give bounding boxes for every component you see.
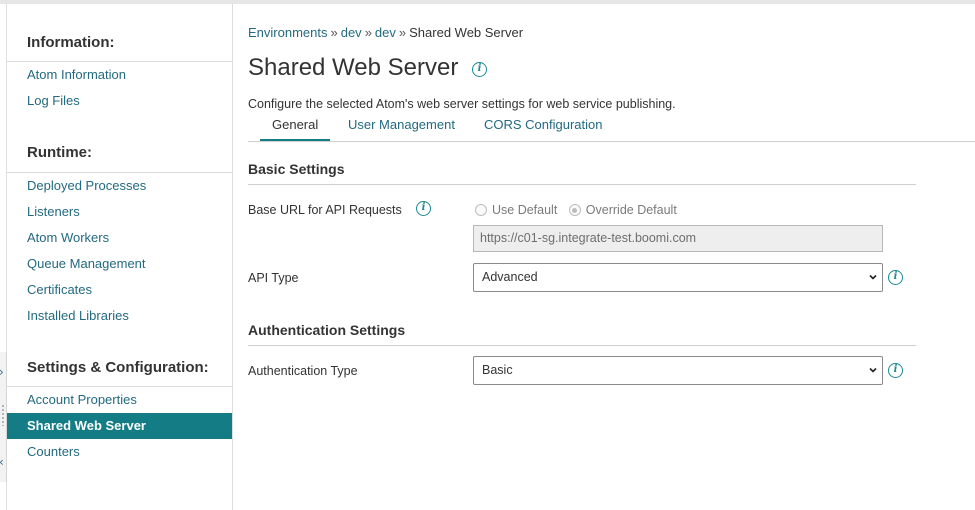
info-icon[interactable]: i xyxy=(888,363,903,378)
tab-user-management[interactable]: User Management xyxy=(348,115,455,142)
divider xyxy=(248,184,916,185)
breadcrumb-dev-atom[interactable]: dev xyxy=(375,25,396,40)
radio-button[interactable] xyxy=(568,204,581,216)
breadcrumb-separator: » xyxy=(330,25,338,40)
settings-sidebar: Information: Atom Information Log Files … xyxy=(7,4,233,510)
sidebar-item-shared-web-server[interactable]: Shared Web Server xyxy=(7,413,232,439)
breadcrumb-separator: » xyxy=(364,25,372,40)
divider xyxy=(248,345,916,346)
page-description: Configure the selected Atom's web server… xyxy=(248,97,676,111)
base-url-radio-group: Use Default Override Default xyxy=(475,202,685,218)
base-url-input[interactable]: https://c01-sg.integrate-test.boomi.com xyxy=(473,225,883,252)
authentication-type-label: Authentication Type xyxy=(248,364,358,378)
override-default-radio[interactable]: Override Default xyxy=(568,202,677,218)
sidebar-item-deployed-processes[interactable]: Deployed Processes xyxy=(7,173,232,199)
info-icon[interactable]: i xyxy=(888,270,903,285)
breadcrumb-separator: » xyxy=(398,25,407,40)
sidebar-item-atom-information[interactable]: Atom Information xyxy=(7,62,232,88)
tabs-divider xyxy=(248,141,975,142)
chevron-down-icon xyxy=(869,367,877,373)
section-title-information: Information: xyxy=(27,34,115,51)
basic-settings-title: Basic Settings xyxy=(248,161,345,177)
chevron-right-icon[interactable]: › xyxy=(0,366,4,378)
breadcrumb-environments[interactable]: Environments xyxy=(248,25,327,40)
tab-general[interactable]: General xyxy=(260,115,331,142)
info-icon[interactable]: i xyxy=(416,201,431,216)
authentication-settings-title: Authentication Settings xyxy=(248,322,406,338)
chevron-left-icon[interactable]: ‹ xyxy=(0,456,4,468)
api-type-label: API Type xyxy=(248,271,299,285)
radio-label: Use Default xyxy=(492,203,558,217)
collapse-handle[interactable]: › ‹ xyxy=(0,352,7,482)
api-type-select[interactable]: Advanced xyxy=(473,263,883,292)
section-title-settings-configuration: Settings & Configuration: xyxy=(27,359,209,376)
drag-handle-icon[interactable] xyxy=(1,404,5,426)
radio-button[interactable] xyxy=(475,204,487,216)
use-default-radio[interactable]: Use Default xyxy=(475,202,557,218)
sidebar-item-queue-management[interactable]: Queue Management xyxy=(7,251,232,277)
radio-label: Override Default xyxy=(585,203,677,217)
tab-cors-configuration[interactable]: CORS Configuration xyxy=(484,115,603,142)
breadcrumb: Environments» dev» dev» Shared Web Server xyxy=(248,25,523,40)
sidebar-item-atom-workers[interactable]: Atom Workers xyxy=(7,225,232,251)
breadcrumb-dev[interactable]: dev xyxy=(341,25,362,40)
page-title: Shared Web Server xyxy=(248,54,459,81)
section-title-runtime: Runtime: xyxy=(27,144,92,161)
main-content: Environments» dev» dev» Shared Web Server S… xyxy=(234,4,975,510)
sidebar-item-listeners[interactable]: Listeners xyxy=(7,199,232,225)
info-icon[interactable]: i xyxy=(472,62,487,77)
sidebar-item-certificates[interactable]: Certificates xyxy=(7,277,232,303)
base-url-label: Base URL for API Requests xyxy=(248,203,402,217)
chevron-down-icon xyxy=(869,274,877,280)
breadcrumb-current: Shared Web Server xyxy=(409,25,524,40)
authentication-type-select[interactable]: Basic xyxy=(473,356,883,385)
api-type-value: Advanced xyxy=(482,270,538,284)
authentication-type-value: Basic xyxy=(482,363,513,377)
sidebar-item-installed-libraries[interactable]: Installed Libraries xyxy=(7,303,232,329)
sidebar-item-account-properties[interactable]: Account Properties xyxy=(7,387,232,413)
sidebar-item-log-files[interactable]: Log Files xyxy=(7,88,232,114)
sidebar-item-counters[interactable]: Counters xyxy=(7,439,232,465)
